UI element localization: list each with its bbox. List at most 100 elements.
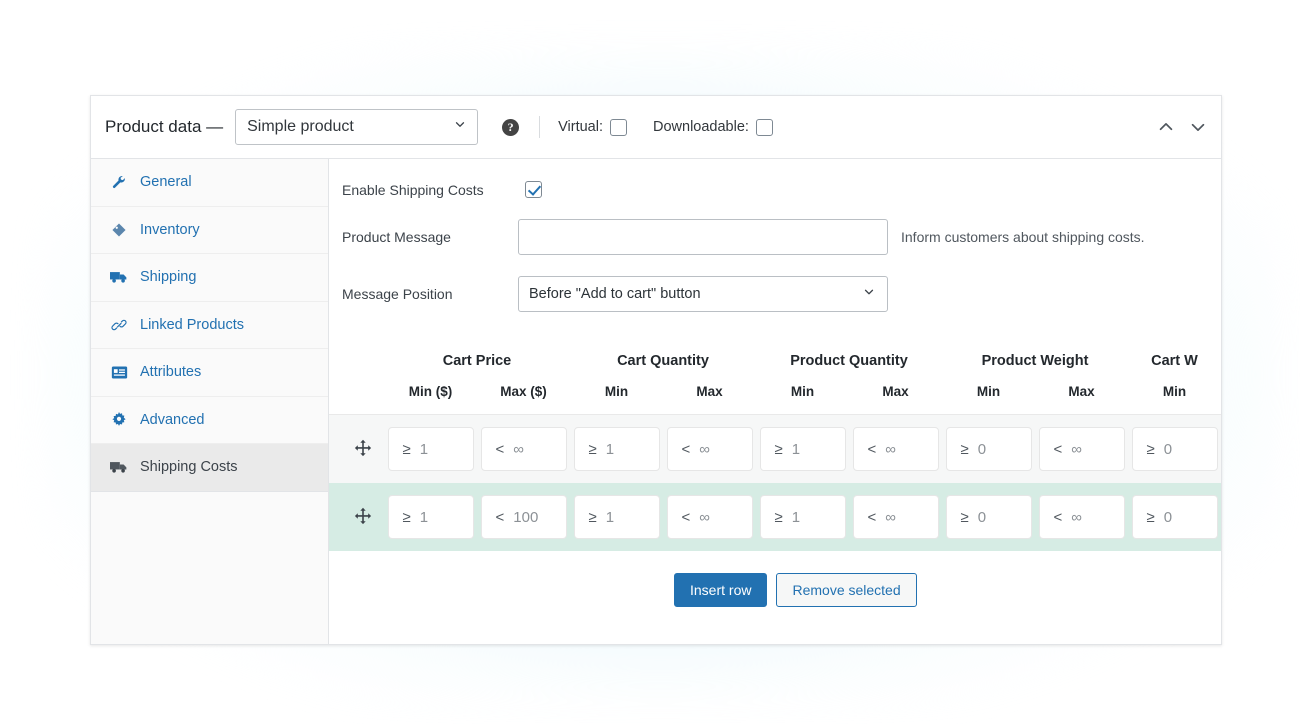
virtual-label: Virtual: xyxy=(558,119,603,135)
operator: ≥ xyxy=(1146,440,1155,458)
sidebar-item-label: Attributes xyxy=(140,364,202,381)
cell-cart-weight-min[interactable]: ≥0 xyxy=(1128,495,1221,539)
operator: ≥ xyxy=(960,508,969,526)
table-row[interactable]: ≥1 <100 ≥1 < ∞ ≥1 < ∞ ≥0 < ∞ ≥0 xyxy=(329,483,1221,551)
value: 1 xyxy=(791,440,801,458)
sidebar-item-label: Shipping xyxy=(140,269,197,286)
cell-product-weight-min[interactable]: ≥0 xyxy=(942,495,1035,539)
header-divider xyxy=(539,116,541,138)
value: ∞ xyxy=(1071,440,1082,458)
value: 100 xyxy=(513,508,539,526)
enable-shipping-costs-label: Enable Shipping Costs xyxy=(342,181,484,198)
subheader-product-quantity-min: Min xyxy=(790,384,815,399)
cell-cart-price-max[interactable]: < ∞ xyxy=(477,427,570,471)
panel-collapse-controls xyxy=(1153,114,1211,140)
cell-cart-price-min[interactable]: ≥1 xyxy=(384,427,477,471)
enable-shipping-costs-row: Enable Shipping Costs xyxy=(329,181,1221,198)
product-message-help-text: Inform customers about shipping costs. xyxy=(901,229,1145,245)
operator: ≥ xyxy=(402,440,411,458)
sidebar-item-label: Advanced xyxy=(140,411,205,428)
sidebar-item-advanced[interactable]: Advanced xyxy=(91,397,328,444)
cell-product-weight-max[interactable]: < ∞ xyxy=(1035,495,1128,539)
product-message-label: Product Message xyxy=(342,229,451,245)
link-icon xyxy=(109,316,129,334)
column-group-product-weight: Product Weight xyxy=(981,353,1089,369)
operator: ≥ xyxy=(774,440,783,458)
value: ∞ xyxy=(513,440,524,458)
product-type-select[interactable]: Simple product xyxy=(235,109,479,145)
sidebar-item-shipping[interactable]: Shipping xyxy=(91,254,328,302)
downloadable-checkbox[interactable] xyxy=(755,118,773,136)
operator: < xyxy=(1053,440,1063,458)
cell-product-quantity-max[interactable]: < ∞ xyxy=(849,427,942,471)
message-position-select[interactable]: Before "Add to cart" button xyxy=(518,276,888,312)
rules-group-header-row: Cart Price Cart Quantity Product Quantit… xyxy=(329,333,1221,369)
shipping-rules-table: Cart Price Cart Quantity Product Quantit… xyxy=(329,333,1221,551)
subheader-product-weight-max: Max xyxy=(1068,384,1095,399)
cell-cart-quantity-min[interactable]: ≥1 xyxy=(570,495,663,539)
product-data-tabs: General Inventory Shipping Linked Produc… xyxy=(91,159,329,644)
remove-selected-button[interactable]: Remove selected xyxy=(776,573,917,607)
virtual-checkbox-row[interactable]: Virtual: xyxy=(558,118,627,136)
column-group-cart-weight: Cart W xyxy=(1151,353,1198,369)
wrench-icon xyxy=(109,173,129,191)
sidebar-item-general[interactable]: General xyxy=(91,159,328,207)
cell-cart-quantity-max[interactable]: < ∞ xyxy=(663,495,756,539)
message-position-row: Message Position Before "Add to cart" bu… xyxy=(329,276,1221,312)
sidebar-item-linked-products[interactable]: Linked Products xyxy=(91,302,328,349)
operator: < xyxy=(1053,508,1063,526)
cell-product-quantity-min[interactable]: ≥1 xyxy=(756,495,849,539)
cell-product-quantity-min[interactable]: ≥1 xyxy=(756,427,849,471)
question-mark-circle-icon[interactable]: ? xyxy=(502,118,520,136)
sidebar-item-inventory[interactable]: Inventory xyxy=(91,207,328,254)
subheader-cart-quantity-min: Min xyxy=(604,384,629,399)
move-arrows-icon[interactable] xyxy=(342,439,384,459)
cell-cart-quantity-min[interactable]: ≥1 xyxy=(570,427,663,471)
chevron-down-icon[interactable] xyxy=(1185,114,1211,140)
virtual-checkbox[interactable] xyxy=(610,118,627,136)
operator: < xyxy=(867,440,877,458)
message-position-label: Message Position xyxy=(342,286,453,302)
truck-icon xyxy=(109,268,129,286)
enable-shipping-costs-checkbox[interactable] xyxy=(525,181,542,198)
move-arrows-icon[interactable] xyxy=(342,507,384,527)
table-row[interactable]: ≥1 < ∞ ≥1 < ∞ ≥1 < ∞ ≥0 < ∞ ≥0 xyxy=(329,415,1221,483)
value: 1 xyxy=(419,440,429,458)
cell-cart-weight-min[interactable]: ≥0 xyxy=(1128,427,1221,471)
sidebar-item-label: Inventory xyxy=(140,221,200,238)
insert-row-button[interactable]: Insert row xyxy=(674,573,768,607)
product-data-panel: Product data — Simple product ? Virtual:… xyxy=(90,95,1222,645)
column-group-cart-price: Cart Price xyxy=(442,353,512,369)
value: 0 xyxy=(977,508,987,526)
chevron-down-icon xyxy=(862,285,876,303)
value: 1 xyxy=(605,440,615,458)
subheader-product-weight-min: Min xyxy=(976,384,1001,399)
chevron-up-icon[interactable] xyxy=(1153,114,1179,140)
cell-cart-price-min[interactable]: ≥1 xyxy=(384,495,477,539)
subheader-cart-weight-min: Min xyxy=(1162,384,1187,399)
value: ∞ xyxy=(699,440,710,458)
cell-cart-quantity-max[interactable]: < ∞ xyxy=(663,427,756,471)
downloadable-checkbox-row[interactable]: Downloadable: xyxy=(653,118,773,136)
sidebar-item-shipping-costs[interactable]: Shipping Costs xyxy=(91,444,328,492)
panel-body: General Inventory Shipping Linked Produc… xyxy=(91,159,1221,644)
tag-icon xyxy=(109,221,129,239)
page-title: Product data — xyxy=(105,117,224,136)
chevron-down-icon xyxy=(453,118,467,137)
cell-product-weight-max[interactable]: < ∞ xyxy=(1035,427,1128,471)
cell-cart-price-max[interactable]: <100 xyxy=(477,495,570,539)
sidebar-item-label: Linked Products xyxy=(140,316,244,333)
cell-product-quantity-max[interactable]: < ∞ xyxy=(849,495,942,539)
sidebar-item-attributes[interactable]: Attributes xyxy=(91,349,328,397)
product-message-input[interactable] xyxy=(518,219,888,255)
operator: ≥ xyxy=(402,508,411,526)
truck-dark-icon xyxy=(109,458,129,476)
message-position-value: Before "Add to cart" button xyxy=(529,286,701,302)
sidebar-item-label: Shipping Costs xyxy=(140,459,238,476)
cell-product-weight-min[interactable]: ≥0 xyxy=(942,427,1035,471)
table-actions: Insert row Remove selected xyxy=(329,551,1221,607)
operator: < xyxy=(681,508,691,526)
rules-subheader-row: Min ($) Max ($) Min Max Min Max Min Max … xyxy=(329,369,1221,415)
subheader-cart-price-min: Min ($) xyxy=(408,384,453,399)
operator: ≥ xyxy=(960,440,969,458)
